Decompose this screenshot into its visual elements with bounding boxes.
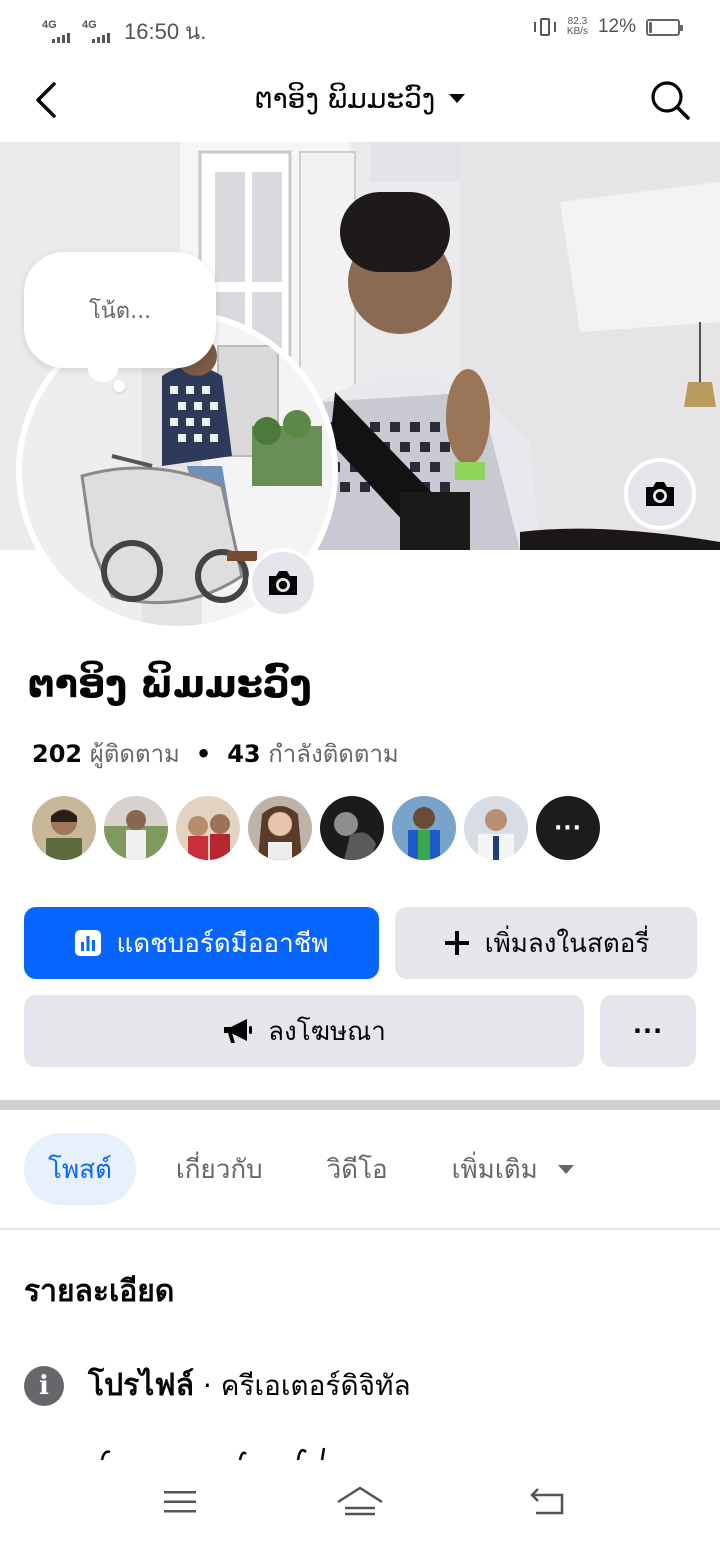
follow-stats: 202 ผู้ติดตาม • 43 กำลังติดตาม bbox=[32, 734, 399, 773]
status-bar: 4G 4G 16:50 น. 82.3 KB/s 12% bbox=[0, 0, 720, 58]
signal-icon: 4G bbox=[82, 19, 114, 45]
tab-more[interactable]: เพิ่มเติม bbox=[428, 1133, 598, 1205]
section-divider bbox=[0, 1100, 720, 1110]
more-options-icon: ··· bbox=[632, 1017, 664, 1045]
caret-down-icon bbox=[557, 1164, 574, 1174]
vibrate-icon bbox=[533, 16, 557, 38]
signal-icon: 4G bbox=[42, 19, 74, 45]
back-arrow-icon bbox=[530, 1488, 564, 1515]
avatar[interactable] bbox=[32, 796, 96, 860]
edit-profile-picture-button[interactable] bbox=[248, 548, 318, 618]
note-bubble[interactable]: โน้ต... bbox=[24, 252, 216, 368]
more-followers-button[interactable]: ··· bbox=[536, 796, 600, 860]
search-button[interactable] bbox=[648, 78, 692, 122]
recent-apps-button[interactable] bbox=[150, 1480, 210, 1524]
follower-avatars: ··· bbox=[32, 796, 600, 860]
avatar[interactable] bbox=[464, 796, 528, 860]
advertise-label: ลงโฆษณา bbox=[268, 1016, 386, 1047]
note-bubble-tail-dot bbox=[113, 380, 125, 392]
advertise-button[interactable]: ลงโฆษณา bbox=[24, 995, 584, 1067]
note-bubble-tail bbox=[88, 356, 118, 382]
add-to-story-button[interactable]: เพิ่มลงในสตอรี่ bbox=[395, 907, 697, 979]
dashboard-chart-icon bbox=[75, 930, 102, 956]
avatar[interactable] bbox=[248, 796, 312, 860]
partial-detail-row bbox=[90, 1442, 390, 1462]
plus-icon bbox=[444, 931, 469, 955]
tab-posts[interactable]: โพสต์ bbox=[24, 1133, 136, 1205]
profile-switcher[interactable]: ຕາອິງ ພິມມະວົງ bbox=[0, 82, 720, 115]
camera-icon bbox=[646, 482, 674, 506]
menu-icon bbox=[164, 1491, 196, 1513]
battery-icon bbox=[646, 18, 683, 36]
profile-type-label: โปรไฟล์ bbox=[88, 1368, 194, 1403]
avatar[interactable] bbox=[392, 796, 456, 860]
info-icon: i bbox=[24, 1365, 64, 1406]
followers-link[interactable]: 202 ผู้ติดตาม bbox=[32, 734, 180, 773]
note-placeholder: โน้ต... bbox=[88, 298, 152, 324]
add-to-story-label: เพิ่มลงในสตอรี่ bbox=[484, 928, 650, 959]
tab-about[interactable]: เกี่ยวกับ bbox=[152, 1133, 287, 1205]
caret-down-icon bbox=[449, 94, 466, 103]
home-icon bbox=[337, 1486, 383, 1516]
top-nav: ຕາອິງ ພິມມະວົງ bbox=[0, 58, 720, 142]
back-system-button[interactable] bbox=[518, 1480, 578, 1524]
battery-percent: 12% bbox=[597, 16, 636, 37]
cut-off-text-marks bbox=[100, 1447, 326, 1461]
megaphone-icon bbox=[224, 1019, 253, 1043]
profile-tabs: โพสต์ เกี่ยวกับ วิดีโอ เพิ่มเติม bbox=[24, 1133, 598, 1205]
avatar[interactable] bbox=[176, 796, 240, 860]
system-nav-bar bbox=[0, 1462, 720, 1544]
professional-dashboard-button[interactable]: แดชบอร์ดมืออาชีพ bbox=[24, 907, 379, 979]
camera-icon bbox=[269, 571, 297, 595]
status-time: 16:50 น. bbox=[124, 19, 207, 44]
detail-profile-row: i โปรไฟล์ · ครีเอเตอร์ดิจิทัล bbox=[24, 1362, 411, 1409]
network-speed: 82.3 KB/s bbox=[566, 16, 588, 37]
profile-name: ຕາອິງ ພິມມະວົງ bbox=[28, 662, 312, 706]
profile-type-value: ครีเอเตอร์ดิจิทัล bbox=[220, 1369, 411, 1402]
following-link[interactable]: 43 กำลังติดตาม bbox=[227, 734, 399, 773]
details-title: รายละเอียด bbox=[24, 1274, 175, 1309]
tab-videos[interactable]: วิดีโอ bbox=[303, 1133, 412, 1205]
avatar[interactable] bbox=[104, 796, 168, 860]
page-title: ຕາອິງ ພິມມະວົງ bbox=[254, 82, 436, 115]
tabs-divider bbox=[0, 1228, 720, 1230]
search-icon bbox=[651, 81, 690, 120]
avatar[interactable] bbox=[320, 796, 384, 860]
professional-dashboard-label: แดชบอร์ดมืออาชีพ bbox=[116, 928, 329, 959]
more-options-button[interactable]: ··· bbox=[600, 995, 696, 1067]
edit-cover-photo-button[interactable] bbox=[624, 458, 696, 530]
home-button[interactable] bbox=[330, 1480, 390, 1524]
